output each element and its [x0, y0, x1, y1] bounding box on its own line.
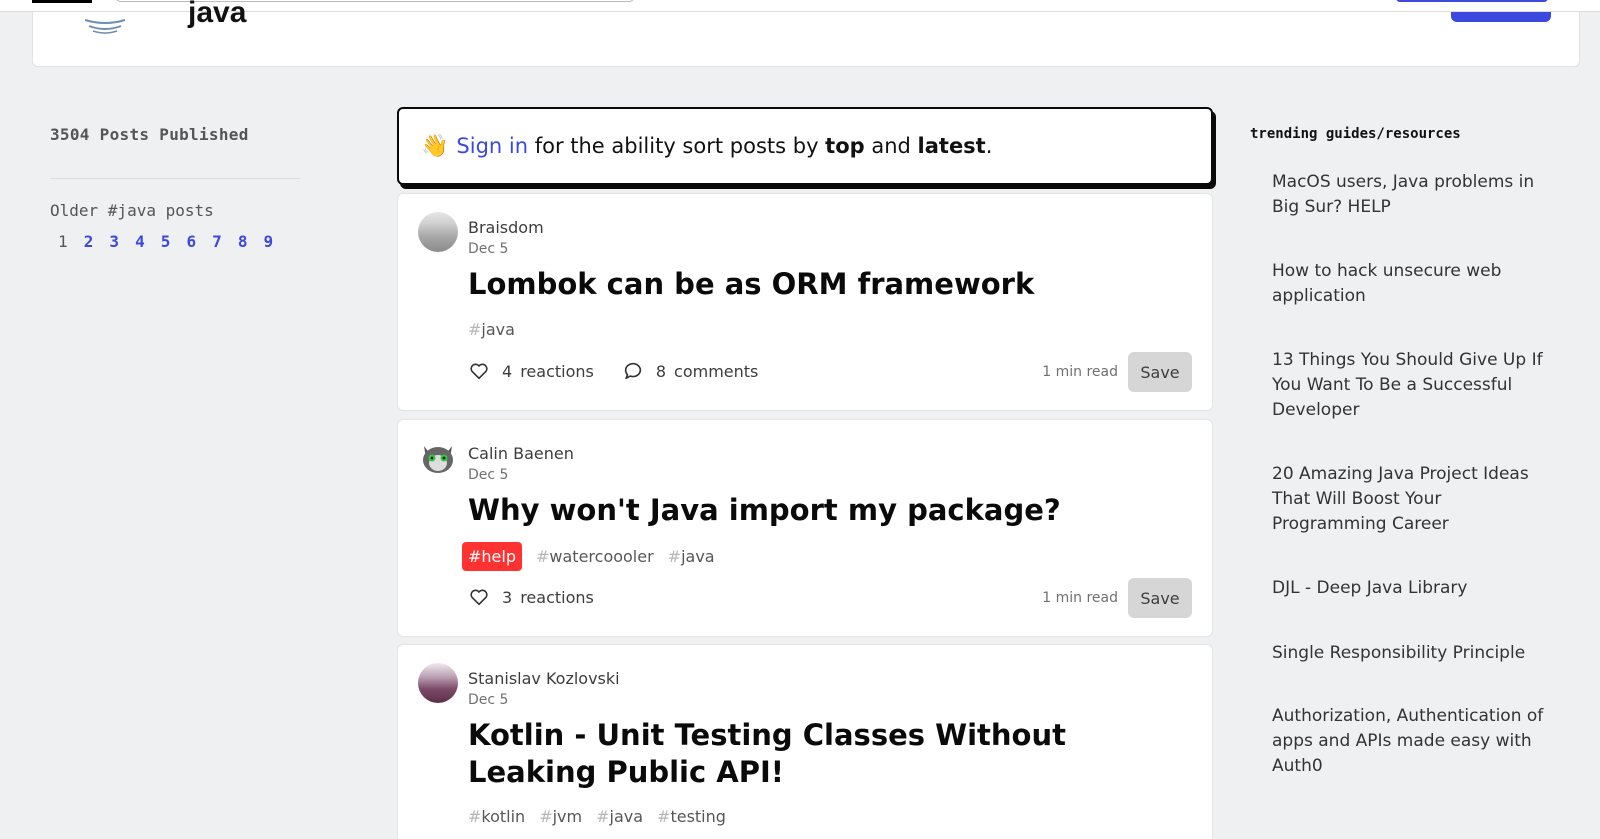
- tag-list: #help #watercoooler #java: [462, 542, 715, 571]
- heart-icon: [470, 589, 488, 606]
- trending-link[interactable]: DJL - Deep Java Library: [1272, 576, 1554, 601]
- tag-link[interactable]: #java: [468, 320, 515, 339]
- page-link-6[interactable]: 6: [178, 232, 204, 251]
- top-label: top: [825, 134, 865, 158]
- java-logo-icon: [84, 19, 126, 34]
- avatar[interactable]: [418, 663, 458, 703]
- follow-button[interactable]: [1451, 12, 1551, 22]
- tag-list: #kotlin #jvm #java #testing: [468, 807, 726, 826]
- tag-link[interactable]: #java: [596, 807, 643, 826]
- tag-link[interactable]: #java: [668, 547, 715, 566]
- post-card[interactable]: Stanislav Kozlovski Dec 5 Kotlin - Unit …: [397, 644, 1213, 839]
- posts-published-count: 3504 Posts Published: [50, 125, 249, 144]
- page-link-3[interactable]: 3: [101, 232, 127, 251]
- sign-in-link[interactable]: Sign in: [456, 134, 528, 158]
- tag-header: java: [32, 0, 1580, 67]
- page-link-7[interactable]: 7: [204, 232, 230, 251]
- reactions-label: reactions: [520, 587, 594, 607]
- read-time: 1 min read: [1042, 364, 1118, 380]
- reactions-link[interactable]: 4 reactions: [468, 360, 594, 382]
- post-meta: 4 reactions 8 comments: [468, 360, 786, 382]
- page-link-1: 1: [58, 232, 68, 251]
- trending-link[interactable]: MacOS users, Java problems in Big Sur? H…: [1272, 170, 1554, 220]
- post-date[interactable]: Dec 5: [468, 692, 508, 708]
- right-sidebar: trending guides/resources MacOS users, J…: [1250, 126, 1550, 776]
- wave-icon: 👋: [421, 133, 449, 159]
- site-logo[interactable]: [32, 0, 92, 3]
- comment-icon: [624, 362, 641, 380]
- author-name[interactable]: Stanislav Kozlovski: [468, 669, 620, 688]
- pagination: 1 2 3 4 5 6 7 8 9: [50, 232, 300, 251]
- tag-link[interactable]: #kotlin: [468, 807, 525, 826]
- trending-link[interactable]: How to hack unsecure web application: [1272, 259, 1554, 309]
- post-meta: 3 reactions: [468, 586, 622, 608]
- reactions-count: 4: [502, 361, 513, 381]
- sign-in-banner: 👋 Sign in for the ability sort posts by …: [397, 107, 1213, 185]
- post-card[interactable]: Braisdom Dec 5 Lombok can be as ORM fram…: [397, 193, 1213, 411]
- page-link-5[interactable]: 5: [153, 232, 179, 251]
- reactions-count: 3: [502, 587, 513, 607]
- tag-list: #java: [468, 320, 515, 339]
- banner-text: Sign in for the ability sort posts by to…: [456, 134, 993, 158]
- page-link-4[interactable]: 4: [127, 232, 153, 251]
- tag-link[interactable]: #testing: [657, 807, 726, 826]
- trending-link[interactable]: Authorization, Authentication of apps an…: [1272, 704, 1554, 779]
- comments-link[interactable]: 8 comments: [622, 360, 759, 382]
- read-time: 1 min read: [1042, 590, 1118, 606]
- page-link-2[interactable]: 2: [76, 232, 102, 251]
- reactions-link[interactable]: 3 reactions: [468, 586, 594, 608]
- avatar[interactable]: [418, 212, 458, 252]
- author-name[interactable]: Calin Baenen: [468, 444, 574, 463]
- post-date[interactable]: Dec 5: [468, 467, 508, 483]
- older-posts-title: Older #java posts: [50, 201, 214, 220]
- tag-link[interactable]: #watercoooler: [536, 547, 654, 566]
- divider: [50, 178, 300, 179]
- post-date[interactable]: Dec 5: [468, 241, 508, 257]
- post-title[interactable]: Kotlin - Unit Testing Classes Without Le…: [468, 717, 1198, 791]
- heart-icon: [470, 363, 488, 380]
- save-button[interactable]: Save: [1128, 352, 1192, 392]
- trending-heading: trending guides/resources: [1250, 126, 1461, 142]
- comments-label: comments: [674, 361, 759, 381]
- post-card[interactable]: Calin Baenen Dec 5 Why won't Java import…: [397, 419, 1213, 637]
- left-sidebar: 3504 Posts Published Older #java posts 1…: [50, 125, 300, 251]
- trending-link[interactable]: 13 Things You Should Give Up If You Want…: [1272, 348, 1554, 423]
- trending-link[interactable]: Single Responsibility Principle: [1272, 641, 1554, 666]
- page-link-8[interactable]: 8: [230, 232, 256, 251]
- reactions-label: reactions: [520, 361, 594, 381]
- save-button[interactable]: Save: [1128, 578, 1192, 618]
- comments-count: 8: [655, 361, 667, 381]
- cat-avatar-icon: [423, 446, 453, 473]
- author-name[interactable]: Braisdom: [468, 218, 544, 237]
- post-title[interactable]: Lombok can be as ORM framework: [468, 266, 1198, 303]
- create-account-button[interactable]: [1396, 0, 1548, 2]
- post-feed: 👋 Sign in for the ability sort posts by …: [397, 107, 1213, 839]
- avatar[interactable]: [418, 438, 458, 478]
- help-tag[interactable]: #help: [462, 542, 522, 571]
- trending-link[interactable]: 20 Amazing Java Project Ideas That Will …: [1272, 462, 1554, 537]
- tag-title: java: [188, 0, 247, 29]
- page-link-9[interactable]: 9: [256, 232, 282, 251]
- post-title[interactable]: Why won't Java import my package?: [468, 492, 1198, 529]
- latest-label: latest: [917, 134, 986, 158]
- tag-link[interactable]: #jvm: [539, 807, 582, 826]
